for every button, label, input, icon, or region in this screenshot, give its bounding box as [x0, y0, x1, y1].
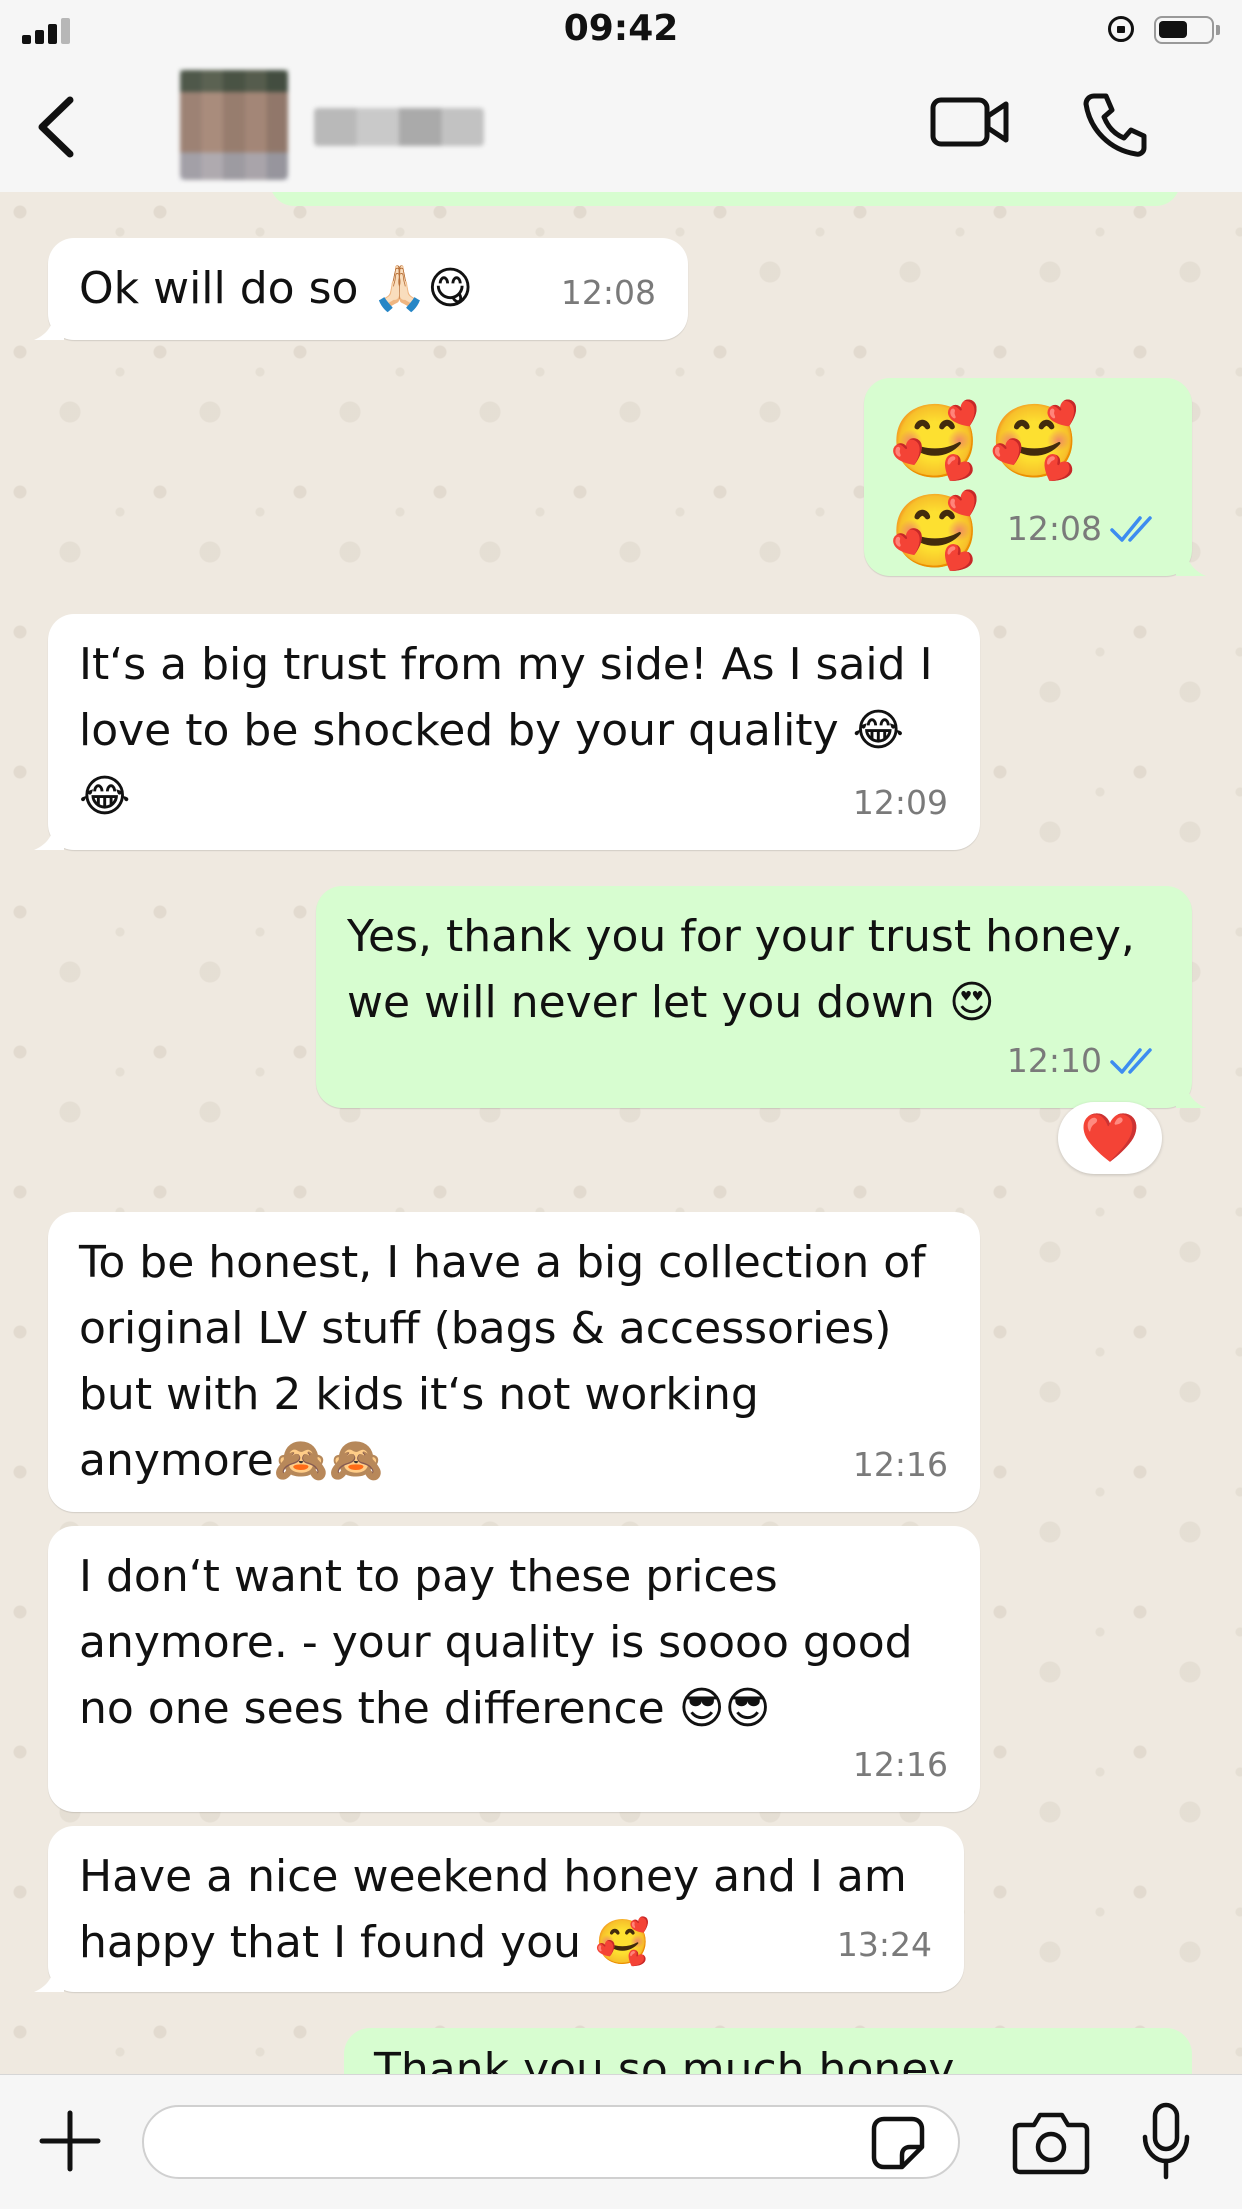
message-text: To be honest, I have a big collection of…	[79, 1237, 926, 1486]
sticker-button[interactable]	[870, 2115, 926, 2171]
camera-icon	[1012, 2112, 1090, 2175]
message-bubble-outgoing[interactable]: Yes, thank you for your trust honey, we …	[316, 886, 1206, 1108]
plus-icon	[39, 2110, 101, 2172]
battery-icon	[1154, 16, 1214, 44]
heart-reaction[interactable]: ❤️	[1058, 1102, 1162, 1174]
video-call-button[interactable]	[930, 92, 1010, 152]
message-meta: 12:16	[853, 1432, 948, 1498]
message-time: 12:08	[1006, 509, 1102, 548]
message-bubble-incoming[interactable]: Ok will do so 🙏🏻😋 12:08	[34, 238, 688, 340]
message-meta: 12:10	[1007, 1028, 1160, 1094]
message-time: 12:09	[852, 783, 948, 822]
message-bubble-incoming[interactable]: I don‘t want to pay these prices anymore…	[48, 1526, 980, 1812]
microphone-icon	[1142, 2102, 1190, 2180]
message-input[interactable]	[142, 2105, 960, 2179]
status-bar: 09:42	[0, 0, 1242, 62]
chat-header	[0, 62, 1242, 193]
message-text: I don‘t want to pay these prices anymore…	[79, 1551, 913, 1734]
message-text: Yes, thank you for your trust honey, we …	[347, 911, 1135, 1028]
video-call-icon	[930, 97, 1009, 147]
phone-call-icon	[1083, 93, 1147, 157]
chevron-left-icon	[38, 96, 74, 158]
message-time: 12:16	[852, 1445, 948, 1484]
battery-fill	[1159, 21, 1187, 38]
message-bubble-incoming[interactable]: Have a nice weekend honey and I am happy…	[34, 1826, 964, 1992]
message-time: 12:10	[1006, 1041, 1102, 1080]
previous-outgoing-bubble-edge	[270, 192, 1180, 206]
battery-area	[1108, 14, 1228, 48]
message-text: Ok will do so 🙏🏻😋	[79, 263, 474, 314]
attach-button[interactable]	[38, 2109, 102, 2173]
message-time: 13:24	[836, 1925, 932, 1964]
read-receipt-icon	[1110, 516, 1152, 542]
message-text: Have a nice weekend honey and I am happy…	[79, 1851, 907, 1968]
status-time: 09:42	[563, 8, 679, 49]
message-meta: 12:09	[853, 770, 948, 836]
sticker-icon	[871, 2116, 925, 2170]
avatar[interactable]	[180, 70, 288, 180]
camera-button[interactable]	[1012, 2107, 1090, 2177]
voice-message-button[interactable]	[1140, 2101, 1192, 2183]
message-time: 12:16	[852, 1745, 948, 1784]
message-meta: 12:08	[561, 260, 656, 326]
message-meta: 13:24	[837, 1912, 932, 1978]
voice-call-button[interactable]	[1080, 90, 1150, 160]
message-bubble-outgoing[interactable]: 🥰🥰🥰 12:08	[864, 378, 1206, 576]
message-bubble-incoming[interactable]: To be honest, I have a big collection of…	[48, 1212, 980, 1512]
message-bubble-incoming[interactable]: It‘s a big trust from my side! As I said…	[34, 614, 980, 850]
message-input-bar	[0, 2074, 1242, 2209]
contact-name[interactable]	[314, 108, 484, 146]
orientation-lock-icon	[1108, 16, 1134, 42]
message-meta: 12:08	[1007, 496, 1160, 562]
message-time: 12:08	[560, 273, 656, 312]
back-button[interactable]	[30, 92, 90, 162]
message-text: It‘s a big trust from my side! As I said…	[79, 639, 933, 822]
message-meta: 12:16	[853, 1732, 948, 1798]
read-receipt-icon	[1110, 1048, 1152, 1074]
